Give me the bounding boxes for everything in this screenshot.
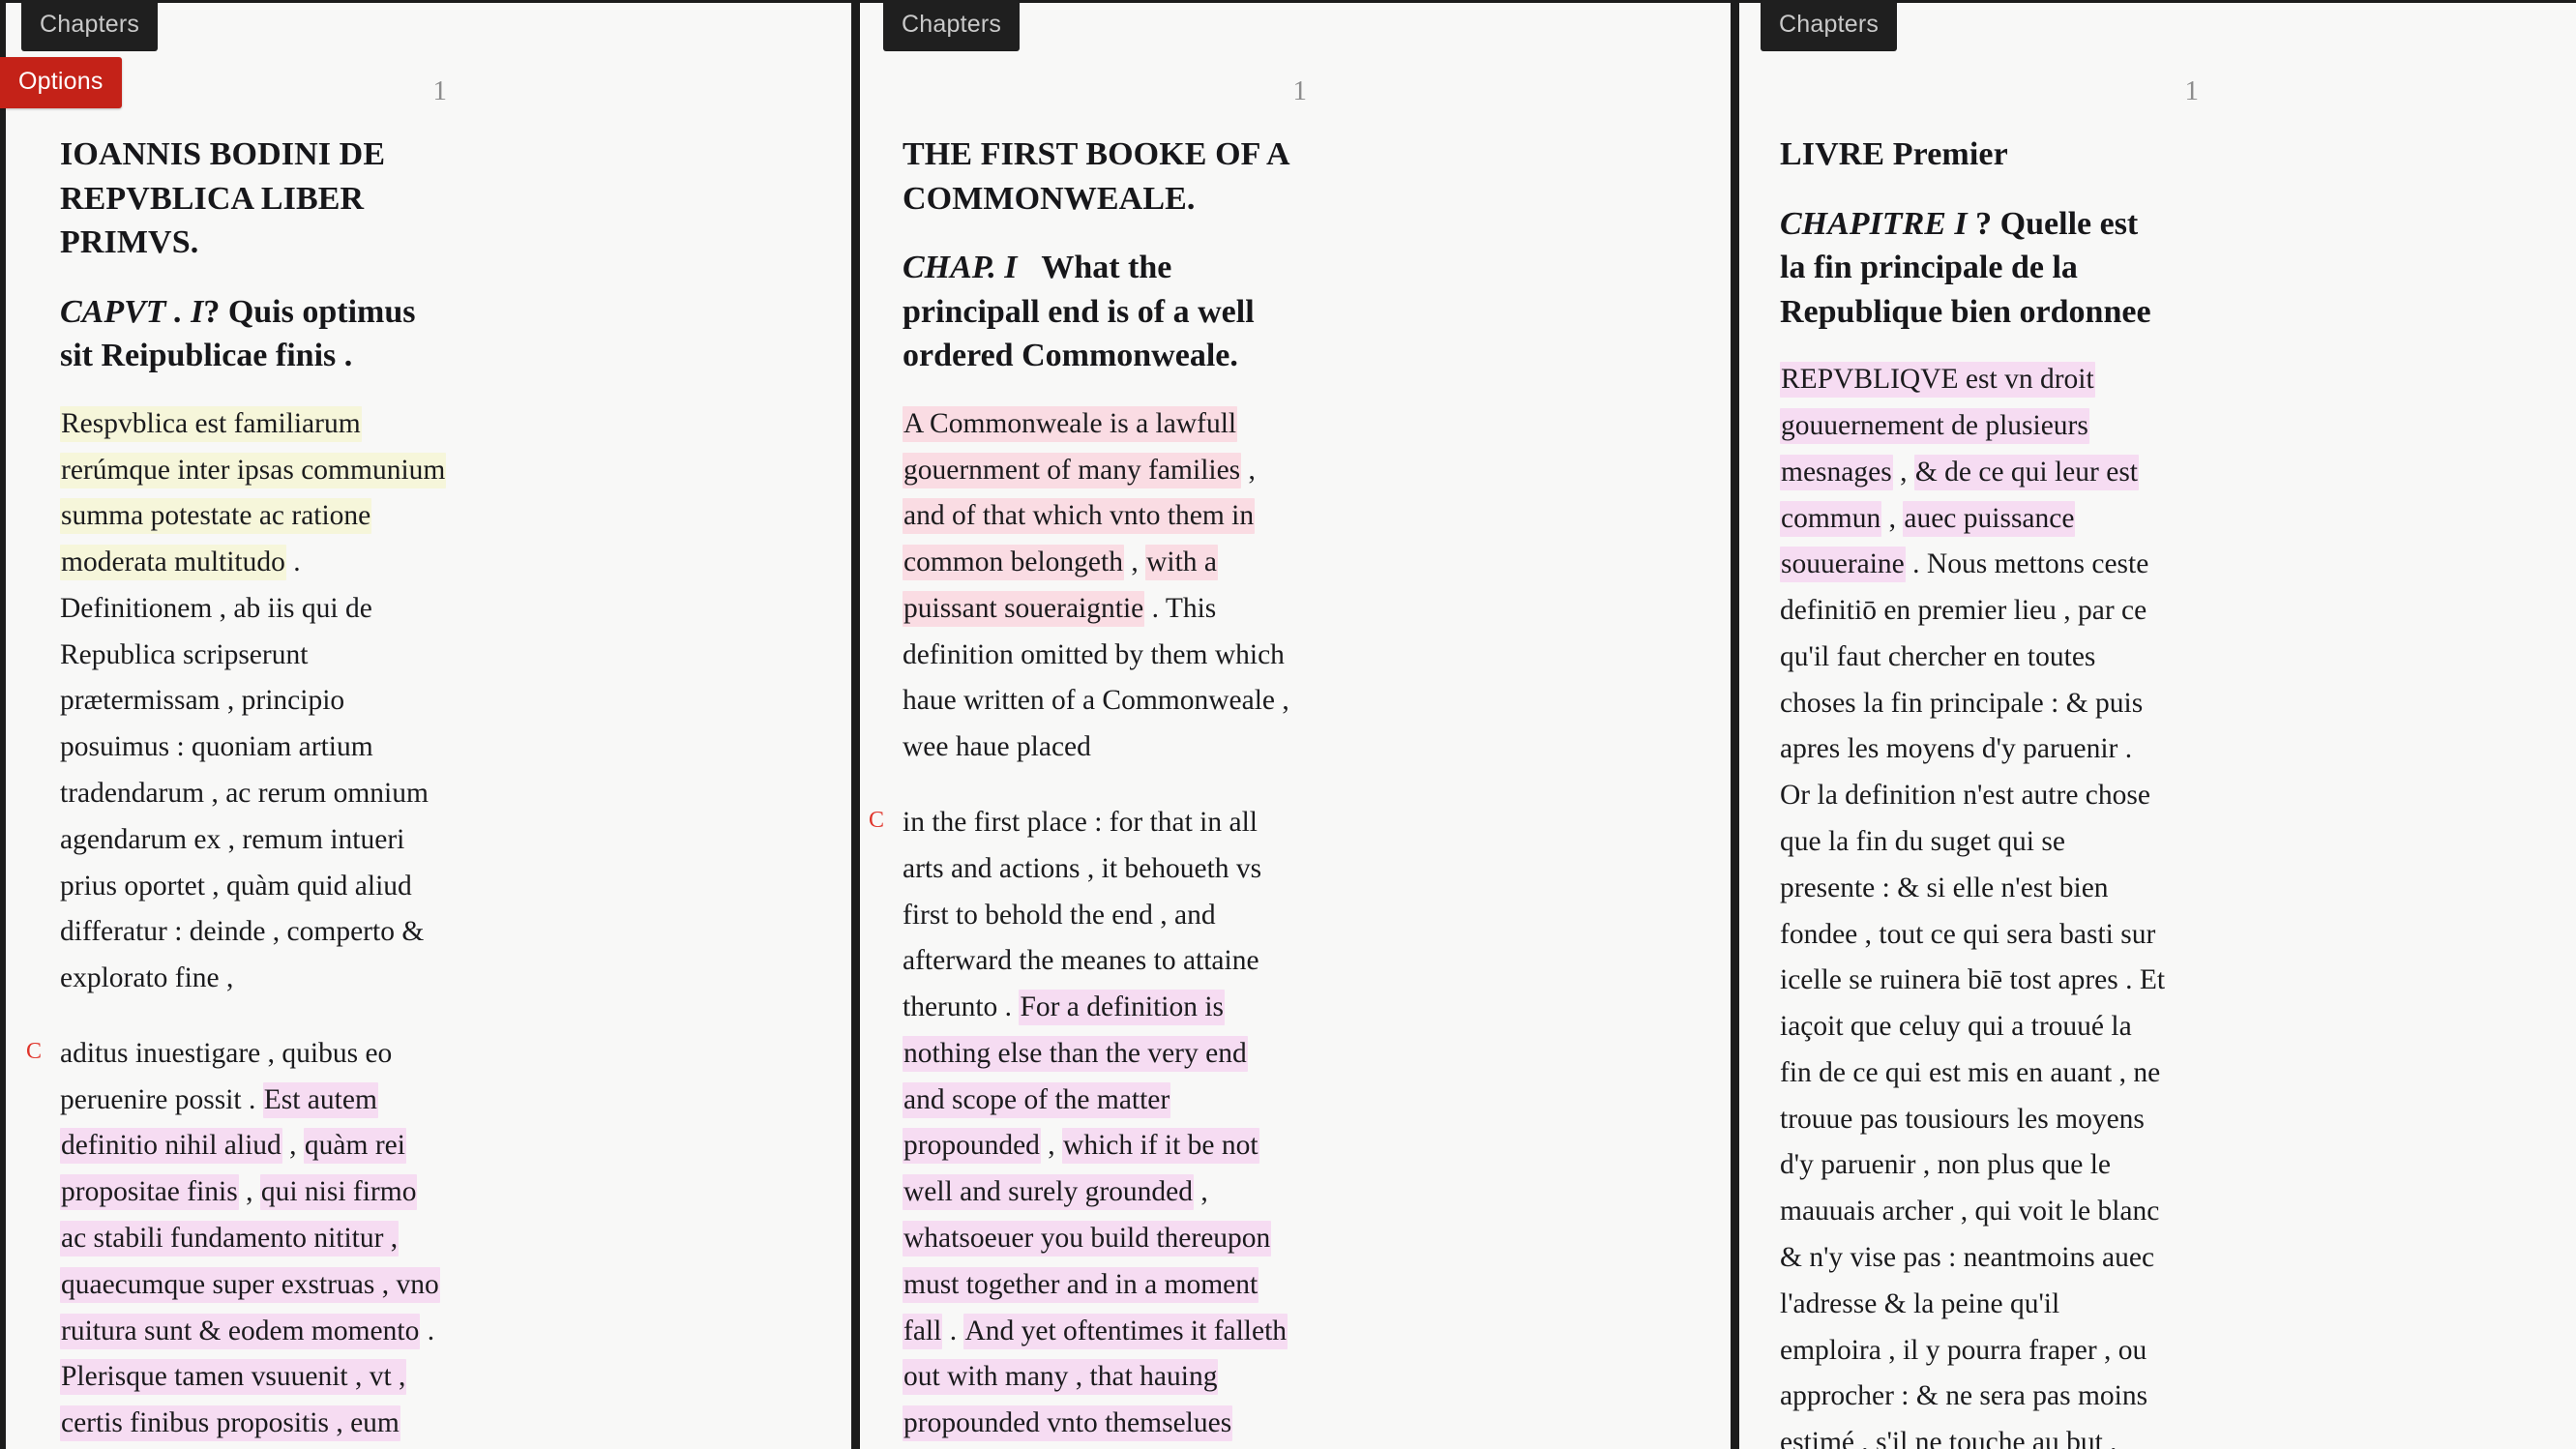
paragraph-marker: C [26,1038,43,1064]
page-inner-english: 1 THE FIRST BOOKE OF A COMMONWEALE. CHAP… [860,0,1731,1449]
text-run: . Nous mettons ceste definitiō en premie… [1780,548,2166,1449]
book-title-latin: IOANNIS BODINI DE REPVBLICA LIBER PRIMVS… [60,136,386,261]
text-body-latin: IOANNIS BODINI DE REPVBLICA LIBER PRIMVS… [26,133,466,1449]
text-run: , [1040,1130,1063,1162]
chapters-button-latin[interactable]: Chapters [21,0,159,51]
paragraph-latin-2[interactable]: Caditus inuestigare , quibus eo peruenir… [26,1031,447,1449]
text-pane-english: Chapters 1 THE FIRST BOOKE OF A COMMONWE… [860,0,1731,1449]
book-title-english: THE FIRST BOOKE OF A COMMONWEALE. [903,136,1288,217]
text-run: , [238,1176,260,1208]
text-body-french: LIVRE Premier CHAPITRE I ? Quelle est la… [1780,133,2228,1449]
chapter-number-english: CHAP. I [903,250,1018,286]
chapter-heading-english: CHAP. I What the principall end is of a … [903,246,1289,378]
page-inner-french: 1 LIVRE Premier CHAPITRE I ? Quelle est … [1739,0,2576,1449]
text-run: , [1881,502,1904,534]
text-run: , [1892,456,1914,488]
text-run: , [1241,454,1256,486]
chapter-separator-latin: ? [203,293,221,330]
page-top-rule [0,0,2576,3]
text-run: . Definitionem , ab iis qui de Republica… [60,547,429,994]
text-pane-latin: Chapters Options 1 IOANNIS BODINI DE REP… [0,0,851,1449]
column-divider-2 [1731,0,1739,1449]
chapter-heading-french: CHAPITRE I ? Quelle est la fin principal… [1780,202,2167,335]
text-pane-french: Chapters 1 LIVRE Premier CHAPITRE I ? Qu… [1739,0,2576,1449]
text-run: . [942,1315,964,1346]
highlight-yellow[interactable]: Respvblica est familiarum rerúmque inter… [60,405,447,581]
chapters-button-french[interactable]: Chapters [1761,0,1898,51]
page-left-edge [0,0,6,1449]
options-button-latin[interactable]: Options [0,57,122,108]
text-run: . [420,1315,435,1346]
page-inner-latin: 1 IOANNIS BODINI DE REPVBLICA LIBER PRIM… [0,0,851,1449]
highlight-violet[interactable]: Plerisque tamen vsuuenit , vt , certis f… [60,1359,444,1449]
paragraph-english-2[interactable]: Cin the first place : for that in all ar… [869,800,1289,1449]
chapter-separator-french: ? [1975,205,1993,242]
chapter-number-french: CHAPITRE I [1780,205,1968,242]
pilcrow-icon [1025,250,1034,285]
paragraph-latin-1[interactable]: Respvblica est familiarum rerúmque inter… [60,401,447,1002]
chapter-heading-latin: CAPVT . I? Quis optimus sit Reipublicae … [60,290,447,378]
parallel-text-reader: Chapters Options 1 IOANNIS BODINI DE REP… [0,0,2576,1449]
text-run: , [281,1130,304,1162]
column-divider-1 [851,0,860,1449]
paragraph-french-1[interactable]: REPVBLIQVE est vn droit gouuernement de … [1780,357,2167,1449]
chapters-button-english[interactable]: Chapters [883,0,1021,51]
text-body-english: THE FIRST BOOKE OF A COMMONWEALE. CHAP. … [869,133,1334,1449]
paragraph-marker: C [869,807,885,833]
book-title-french: LIVRE Premier [1780,136,2008,172]
paragraph-english-1[interactable]: A Commonweale is a lawfull gouernment of… [903,401,1289,771]
text-run: , [1123,547,1146,578]
text-run: , [1194,1176,1208,1208]
chapter-number-latin: CAPVT . I [60,293,204,330]
highlight-rose[interactable]: A Commonweale is a lawfull gouernment of… [903,405,1242,488]
